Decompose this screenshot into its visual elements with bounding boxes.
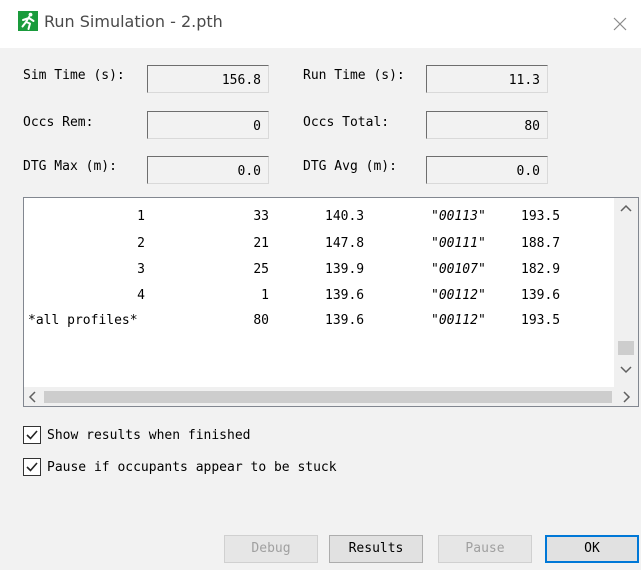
- max-time-cell: 193.5: [521, 313, 561, 328]
- show-results-checkbox[interactable]: [23, 426, 41, 444]
- count-cell: 21: [253, 236, 269, 251]
- run-time-label: Run Time (s):: [303, 68, 405, 83]
- profile-cell: *all profiles*: [28, 313, 138, 328]
- list-item[interactable]: 3 25 139.9 "00107" 182.9: [24, 260, 614, 280]
- list-item[interactable]: 4 1 139.6 "00112" 139.6: [24, 286, 614, 306]
- count-cell: 1: [261, 288, 269, 303]
- occupant-id-cell: "00107": [431, 262, 486, 277]
- occupant-id-cell: "00113": [431, 209, 486, 224]
- title-bar: Run Simulation - 2.pth: [0, 0, 641, 48]
- profile-cell: 2: [137, 236, 145, 251]
- dtg-avg-label: DTG Avg (m):: [303, 159, 397, 174]
- chevron-left-icon[interactable]: [28, 391, 38, 406]
- dtg-avg-field: 0.0: [426, 156, 548, 184]
- count-cell: 80: [253, 313, 269, 328]
- close-icon[interactable]: [608, 12, 632, 36]
- results-list[interactable]: 1 33 140.3 "00113" 193.5 2 21 147.8 "001…: [23, 197, 639, 407]
- list-item[interactable]: 1 33 140.3 "00113" 193.5: [24, 207, 614, 227]
- pause-button[interactable]: Pause: [438, 535, 532, 563]
- chevron-down-icon[interactable]: [620, 364, 632, 378]
- horizontal-scrollbar[interactable]: [24, 387, 638, 406]
- ok-button[interactable]: OK: [545, 535, 639, 563]
- pause-stuck-label[interactable]: Pause if occupants appear to be stuck: [47, 460, 337, 475]
- list-item[interactable]: *all profiles* 80 139.6 "00112" 193.5: [24, 311, 614, 331]
- profile-cell: 3: [137, 262, 145, 277]
- debug-button[interactable]: Debug: [224, 535, 318, 563]
- max-time-cell: 139.6: [521, 288, 561, 303]
- running-man-icon: [18, 11, 38, 31]
- profile-cell: 1: [137, 209, 145, 224]
- show-results-label[interactable]: Show results when finished: [47, 428, 251, 443]
- occs-total-label: Occs Total:: [303, 115, 390, 130]
- profile-cell: 4: [137, 288, 145, 303]
- occs-rem-field: 0: [147, 111, 269, 139]
- run-time-field: 11.3: [426, 65, 548, 93]
- pause-stuck-checkbox[interactable]: [23, 458, 41, 476]
- sim-time-field: 156.8: [147, 65, 269, 93]
- min-time-cell: 139.9: [325, 262, 365, 277]
- occupant-id-cell: "00111": [431, 236, 486, 251]
- vertical-scroll-thumb[interactable]: [618, 341, 634, 355]
- chevron-right-icon[interactable]: [621, 391, 631, 406]
- list-item[interactable]: 2 21 147.8 "00111" 188.7: [24, 234, 614, 254]
- window-title: Run Simulation - 2.pth: [44, 12, 223, 31]
- count-cell: 25: [253, 262, 269, 277]
- dtg-max-field: 0.0: [147, 156, 269, 184]
- min-time-cell: 147.8: [325, 236, 365, 251]
- min-time-cell: 140.3: [325, 209, 365, 224]
- results-button[interactable]: Results: [329, 535, 423, 563]
- run-simulation-dialog: Run Simulation - 2.pth Sim Time (s): 156…: [0, 0, 641, 570]
- min-time-cell: 139.6: [325, 313, 365, 328]
- occs-total-field: 80: [426, 111, 548, 139]
- max-time-cell: 188.7: [521, 236, 561, 251]
- occupant-id-cell: "00112": [431, 288, 486, 303]
- occupant-id-cell: "00112": [431, 313, 486, 328]
- dtg-max-label: DTG Max (m):: [23, 159, 117, 174]
- max-time-cell: 193.5: [521, 209, 561, 224]
- min-time-cell: 139.6: [325, 288, 365, 303]
- count-cell: 33: [253, 209, 269, 224]
- max-time-cell: 182.9: [521, 262, 561, 277]
- occs-rem-label: Occs Rem:: [23, 115, 94, 130]
- vertical-scrollbar[interactable]: [614, 198, 638, 388]
- sim-time-label: Sim Time (s):: [23, 68, 125, 83]
- chevron-up-icon[interactable]: [620, 202, 632, 216]
- horizontal-scroll-thumb[interactable]: [44, 391, 612, 403]
